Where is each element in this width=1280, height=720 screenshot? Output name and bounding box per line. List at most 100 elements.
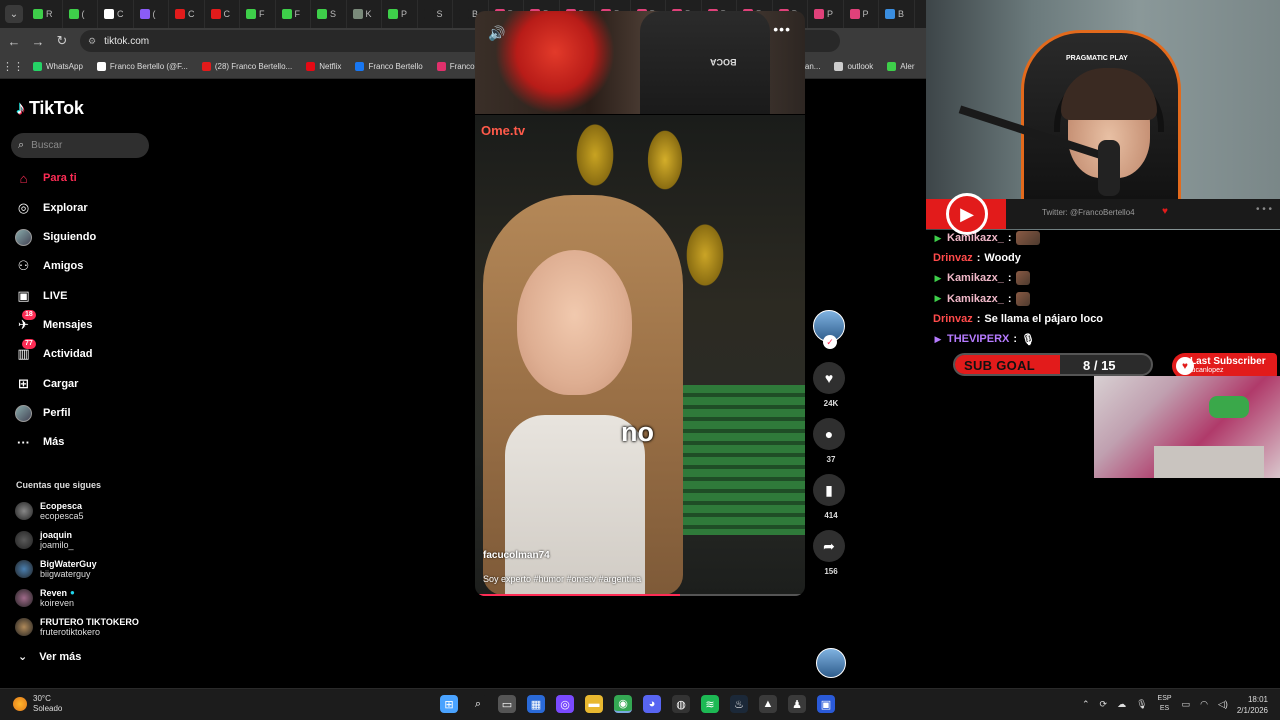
sync-icon[interactable]: ⟳ [1100, 699, 1108, 710]
browser-tab[interactable]: C [169, 0, 205, 28]
arrow-left-icon: ← [7, 33, 21, 49]
search-input[interactable] [31, 140, 132, 151]
chat-username: Kamikazx_ [947, 272, 1004, 285]
task-view-icon[interactable]: ▭ [498, 695, 516, 713]
chat-username: Kamikazx_ [947, 292, 1004, 305]
bookmark-item[interactable]: Franco Bertello (@F... [90, 54, 195, 78]
forward-button[interactable]: → [26, 29, 50, 53]
video-progress-bar[interactable] [475, 594, 805, 596]
bookmark-label: (28) Franco Bertello... [214, 61, 293, 71]
back-button[interactable]: ← [2, 29, 26, 53]
browser-tab[interactable]: ( [63, 0, 98, 28]
sidebar-item-perfil[interactable]: Perfil [15, 402, 155, 424]
display-icon[interactable]: ▭ [1182, 699, 1191, 710]
sidebar-item-mensajes[interactable]: ✈ 18 Mensajes [15, 309, 155, 336]
reload-button[interactable]: ↻ [50, 29, 74, 53]
sidebar-item-cargar[interactable]: ⊞ Cargar [15, 373, 155, 395]
apps-grid-icon[interactable]: ⋮⋮ [0, 60, 26, 73]
taskbar-apps: ⊞ ⌕ ▭ ▦ ◎ ▬ ◉ ◕ ◍ ≋ ♨ ▲ ♟ ▣ [440, 695, 835, 713]
following-account[interactable]: FRUTERO TIKTOKERO fruterotiktokero [15, 614, 165, 640]
cloud-icon[interactable]: ☁ [1117, 699, 1126, 710]
tab-label: R [46, 9, 53, 19]
spotify-icon[interactable]: ≋ [701, 695, 719, 713]
browser-tab[interactable]: C [205, 0, 240, 28]
bookmark-item[interactable]: (28) Franco Bertello... [195, 54, 299, 78]
sidebar-item-para-ti[interactable]: ⌂ Para ti [15, 167, 155, 189]
users-app-icon[interactable]: ♟ [788, 695, 806, 713]
sidebar-item-más[interactable]: ··· Más [15, 431, 155, 453]
following-account[interactable]: joaquin joamilo_ [15, 527, 165, 553]
wifi-icon[interactable]: ◠ [1200, 699, 1208, 710]
sidebar-item-actividad[interactable]: ▥ 77 Actividad [15, 338, 155, 365]
folder-icon[interactable]: ▬ [585, 695, 603, 713]
steam-icon[interactable]: ♨ [730, 695, 748, 713]
profile-icon [15, 404, 32, 422]
follow-check-icon[interactable]: ✓ [823, 335, 837, 349]
bookmark-item[interactable]: outlook [827, 54, 880, 78]
browser-tab[interactable]: F [276, 0, 311, 28]
browser-tab[interactable]: C [98, 0, 134, 28]
share-button[interactable]: ➦ [813, 530, 845, 562]
sidebar-item-explorar[interactable]: ◎ Explorar [15, 197, 155, 219]
weather-widget[interactable]: 30°C Soleado [13, 694, 62, 714]
previous-video[interactable]: BOCA 🔊 ••• [475, 11, 805, 114]
browser-tab[interactable]: K [347, 0, 382, 28]
search-icon[interactable]: ⌕ [469, 695, 487, 713]
comment-button[interactable]: ● [813, 418, 845, 450]
video-author[interactable]: facucolman74 [483, 550, 550, 561]
following-account[interactable]: Ecopesca ecopesca5 [15, 498, 165, 524]
volume-icon[interactable]: 🔊 [488, 25, 505, 42]
tab-search-button[interactable]: ⌄ [5, 5, 23, 23]
microphone-icon[interactable]: 🎙 [1136, 699, 1147, 710]
discord-icon[interactable]: ◕ [643, 695, 661, 713]
next-creator-avatar[interactable] [816, 648, 846, 678]
chat-message: Drinvaz: Se llama el pájaro loco [933, 310, 1103, 328]
browser-tab[interactable]: P [808, 0, 844, 28]
browser-tab[interactable]: P [382, 0, 418, 28]
comment-count: 37 [826, 455, 836, 464]
heart-icon: ♥ [824, 370, 834, 386]
obs-icon[interactable]: ◍ [672, 695, 690, 713]
account-name: FRUTERO TIKTOKERO [40, 617, 139, 627]
browser-tab[interactable]: ( [134, 0, 169, 28]
prev-video-red-figure [495, 11, 615, 114]
creator-avatar[interactable]: ✓ [813, 310, 845, 349]
see-more-button[interactable]: ⌄ Ver más [18, 650, 81, 664]
browser-tab[interactable]: B [879, 0, 915, 28]
browser-tab[interactable]: S [418, 0, 453, 28]
streamer-webcam: PRAGMATIC PLAY [926, 0, 1280, 230]
bookmark-item[interactable]: Netflix [299, 54, 348, 78]
bookmark-item[interactable]: Aler [880, 54, 921, 78]
speaker-icon[interactable]: ◁) [1218, 699, 1228, 710]
more-options-icon[interactable]: ••• [773, 21, 791, 37]
account-text: joaquin joamilo_ [40, 530, 74, 550]
save-button[interactable]: ▮ [813, 474, 845, 506]
following-account[interactable]: Reven ● koireven [15, 585, 165, 611]
browser-tab[interactable]: S [311, 0, 347, 28]
following-account[interactable]: BigWaterGuy biigwaterguy [15, 556, 165, 582]
messages-icon: ✈ 18 [15, 309, 36, 334]
triangle-app-icon[interactable]: ▲ [759, 695, 777, 713]
bookmark-item[interactable]: Franco Bertello [348, 54, 429, 78]
widgets-icon[interactable]: ▦ [527, 695, 545, 713]
circle-app-icon[interactable]: ◎ [556, 695, 574, 713]
browser-tab[interactable]: F [240, 0, 276, 28]
bookmark-item[interactable]: WhatsApp [26, 54, 90, 78]
clock[interactable]: 18:01 2/1/2026 [1228, 694, 1268, 716]
sidebar-item-siguiendo[interactable]: Siguiendo [15, 226, 155, 248]
tab-favicon-icon [281, 9, 292, 19]
monitor-app-icon[interactable]: ▣ [817, 695, 835, 713]
sidebar-item-amigos[interactable]: ⚇ Amigos [15, 255, 155, 277]
site-info-icon[interactable]: ⚙ [88, 36, 96, 47]
like-button[interactable]: ♥ [813, 362, 845, 394]
language-indicator[interactable]: ESP ES [1158, 694, 1172, 714]
chevron-up-icon[interactable]: ⌃ [1082, 699, 1090, 710]
chrome-icon[interactable]: ◉ [614, 695, 632, 713]
tiktok-logo[interactable]: ♪ TikTok [16, 98, 84, 119]
windows-icon[interactable]: ⊞ [440, 695, 458, 713]
account-avatar [15, 589, 33, 607]
browser-tab[interactable]: P [844, 0, 879, 28]
browser-tab[interactable]: R [27, 0, 63, 28]
sidebar-item-live[interactable]: ▣ LIVE [15, 285, 155, 307]
main-video[interactable]: Ome.tv no facucolman74 Soy experto #humo… [475, 115, 805, 596]
